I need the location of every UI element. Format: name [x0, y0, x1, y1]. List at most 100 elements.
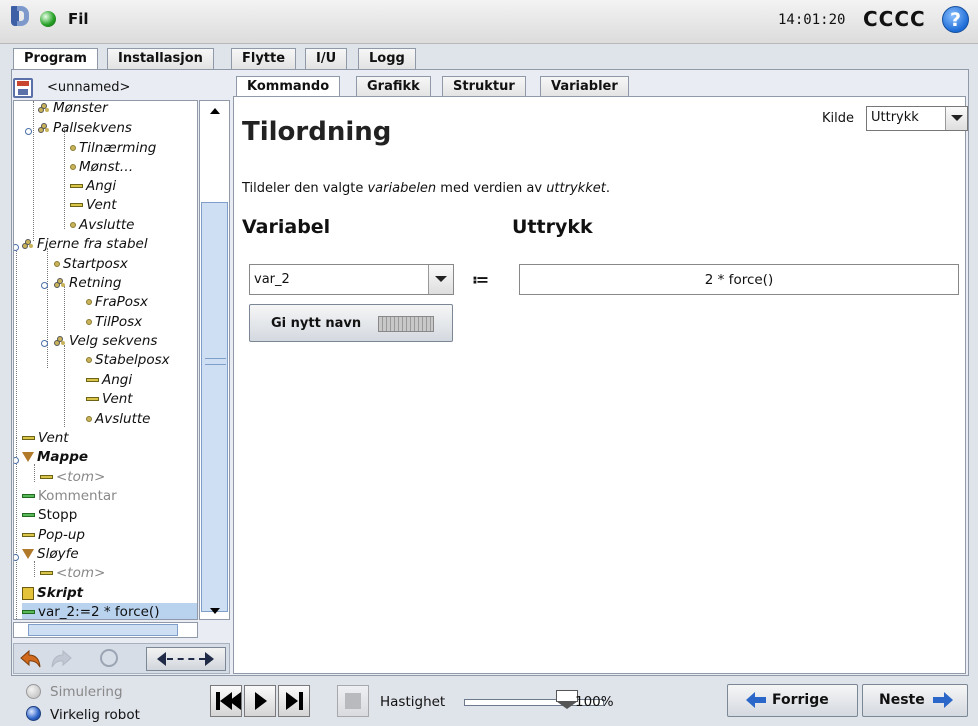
variable-dropdown[interactable]: var_2 — [249, 264, 454, 295]
real-robot-label[interactable]: Virkelig robot — [50, 707, 140, 723]
tree-node[interactable]: Tilnærming — [70, 139, 156, 158]
tree-node[interactable]: Pop-up — [22, 526, 85, 545]
waypoint-icon — [70, 164, 76, 170]
waypoint-icon — [86, 299, 92, 305]
undo-icon[interactable] — [18, 647, 44, 671]
file-menu[interactable]: Fil — [68, 10, 89, 28]
tree-node[interactable]: Startposx — [54, 255, 128, 274]
tree-node[interactable]: Mønster — [38, 101, 108, 118]
tree-node[interactable]: Sløyfe — [22, 545, 79, 564]
tree-node[interactable]: Velg sekvens — [54, 332, 157, 351]
set-icon — [70, 184, 83, 188]
source-value: Uttrykk — [871, 110, 919, 125]
help-button[interactable]: ? — [942, 6, 969, 33]
tree-node[interactable]: Vent — [70, 196, 117, 215]
set-icon — [86, 378, 99, 382]
scroll-thumb[interactable] — [28, 624, 178, 636]
keyboard-icon — [378, 316, 434, 332]
tab-io[interactable]: I/U — [305, 48, 348, 69]
expression-field[interactable]: 2 * force() — [519, 264, 959, 295]
variable-heading: Variabel — [242, 216, 331, 238]
wait-icon — [22, 436, 35, 440]
real-robot-radio[interactable] — [26, 706, 41, 721]
scroll-down-icon[interactable] — [200, 601, 229, 621]
tree-node[interactable]: Mappe — [22, 448, 88, 467]
program-tree[interactable]: Mønster Pallsekvens Tilnærming Mønst… An… — [13, 100, 198, 620]
folder-icon — [22, 452, 34, 462]
robot-status-icon — [40, 11, 56, 27]
program-name: <unnamed> — [47, 80, 131, 95]
tab-variables[interactable]: Variabler — [540, 76, 629, 97]
move-node-button[interactable] — [146, 647, 226, 671]
pattern-icon — [54, 278, 66, 288]
stop-button[interactable] — [337, 685, 369, 717]
tree-node[interactable]: Kommentar — [22, 487, 117, 506]
step-forward-button[interactable] — [278, 685, 310, 717]
suppress-icon[interactable] — [98, 647, 124, 671]
tree-node[interactable]: FraPosx — [86, 293, 148, 312]
tree-node[interactable]: Mønst… — [70, 158, 133, 177]
waypoint-icon — [54, 261, 60, 267]
tree-node[interactable]: Angi — [86, 371, 132, 390]
tab-program[interactable]: Program — [13, 48, 98, 71]
comment-icon — [22, 494, 35, 498]
skip-to-start-button[interactable] — [210, 685, 242, 717]
tab-move[interactable]: Flytte — [231, 48, 297, 69]
tree-node[interactable]: <tom> — [40, 564, 105, 583]
loop-icon — [22, 549, 34, 559]
chevron-down-icon[interactable] — [945, 107, 967, 130]
rename-button[interactable]: Gi nytt navn — [249, 304, 453, 342]
tab-structure[interactable]: Struktur — [442, 76, 526, 97]
tree-node[interactable]: <tom> — [40, 468, 105, 487]
tree-node[interactable]: Vent — [86, 390, 133, 409]
tree-node[interactable]: Retning — [54, 274, 121, 293]
tree-node[interactable]: Pallsekvens — [38, 119, 132, 138]
pattern-icon — [38, 123, 50, 133]
tree-node[interactable]: Skript — [22, 584, 83, 603]
speed-label: Hastighet — [380, 694, 446, 710]
wait-icon — [70, 203, 83, 207]
tree-node[interactable]: Fjerne fra stabel — [22, 235, 148, 254]
tab-command[interactable]: Kommando — [236, 76, 341, 97]
tree-node[interactable]: Stopp — [22, 506, 77, 525]
assignment-icon — [22, 610, 35, 614]
source-dropdown[interactable]: Uttrykk — [866, 106, 968, 131]
save-icon[interactable] — [13, 78, 33, 98]
popup-icon — [22, 533, 35, 537]
simulation-label[interactable]: Simulering — [50, 684, 123, 700]
previous-button[interactable]: Forrige — [727, 684, 858, 717]
tab-log[interactable]: Logg — [358, 48, 416, 69]
next-button[interactable]: Neste — [862, 684, 968, 717]
tree-toolbar — [13, 643, 230, 674]
play-button[interactable] — [244, 685, 276, 717]
ur-logo-icon — [11, 6, 33, 32]
tree-node[interactable]: Avslutte — [86, 410, 150, 429]
stop-icon — [22, 513, 35, 517]
script-icon — [22, 586, 34, 600]
tab-installation[interactable]: Installasjon — [107, 48, 214, 69]
pattern-icon — [54, 336, 66, 346]
waypoint-icon — [86, 357, 92, 363]
expression-heading: Uttrykk — [512, 216, 593, 238]
arrow-right-icon — [933, 692, 953, 708]
tree-node[interactable]: Vent — [22, 429, 69, 448]
tab-graphics[interactable]: Grafikk — [356, 76, 431, 97]
redo-icon[interactable] — [48, 647, 74, 671]
source-label: Kilde — [822, 111, 854, 126]
tree-vertical-scrollbar[interactable] — [199, 100, 230, 620]
tree-node-selected[interactable]: var_2:=2 * force() — [22, 603, 197, 619]
tree-node[interactable]: Angi — [70, 177, 116, 196]
tree-node[interactable]: TilPosx — [86, 313, 142, 332]
scroll-thumb[interactable] — [201, 202, 228, 612]
tree-horizontal-scrollbar[interactable] — [13, 622, 198, 638]
tree-node[interactable]: Avslutte — [70, 216, 134, 235]
speed-value: 100% — [575, 694, 614, 710]
empty-icon — [40, 571, 53, 575]
tree-node[interactable]: Stabelposx — [86, 351, 170, 370]
description: Tildeler den valgte variabelen med verdi… — [242, 181, 610, 196]
chevron-down-icon[interactable] — [428, 265, 453, 294]
simulation-radio[interactable] — [26, 684, 41, 699]
wait-icon — [86, 397, 99, 401]
pattern-icon — [22, 239, 34, 249]
scroll-up-icon[interactable] — [200, 101, 229, 121]
